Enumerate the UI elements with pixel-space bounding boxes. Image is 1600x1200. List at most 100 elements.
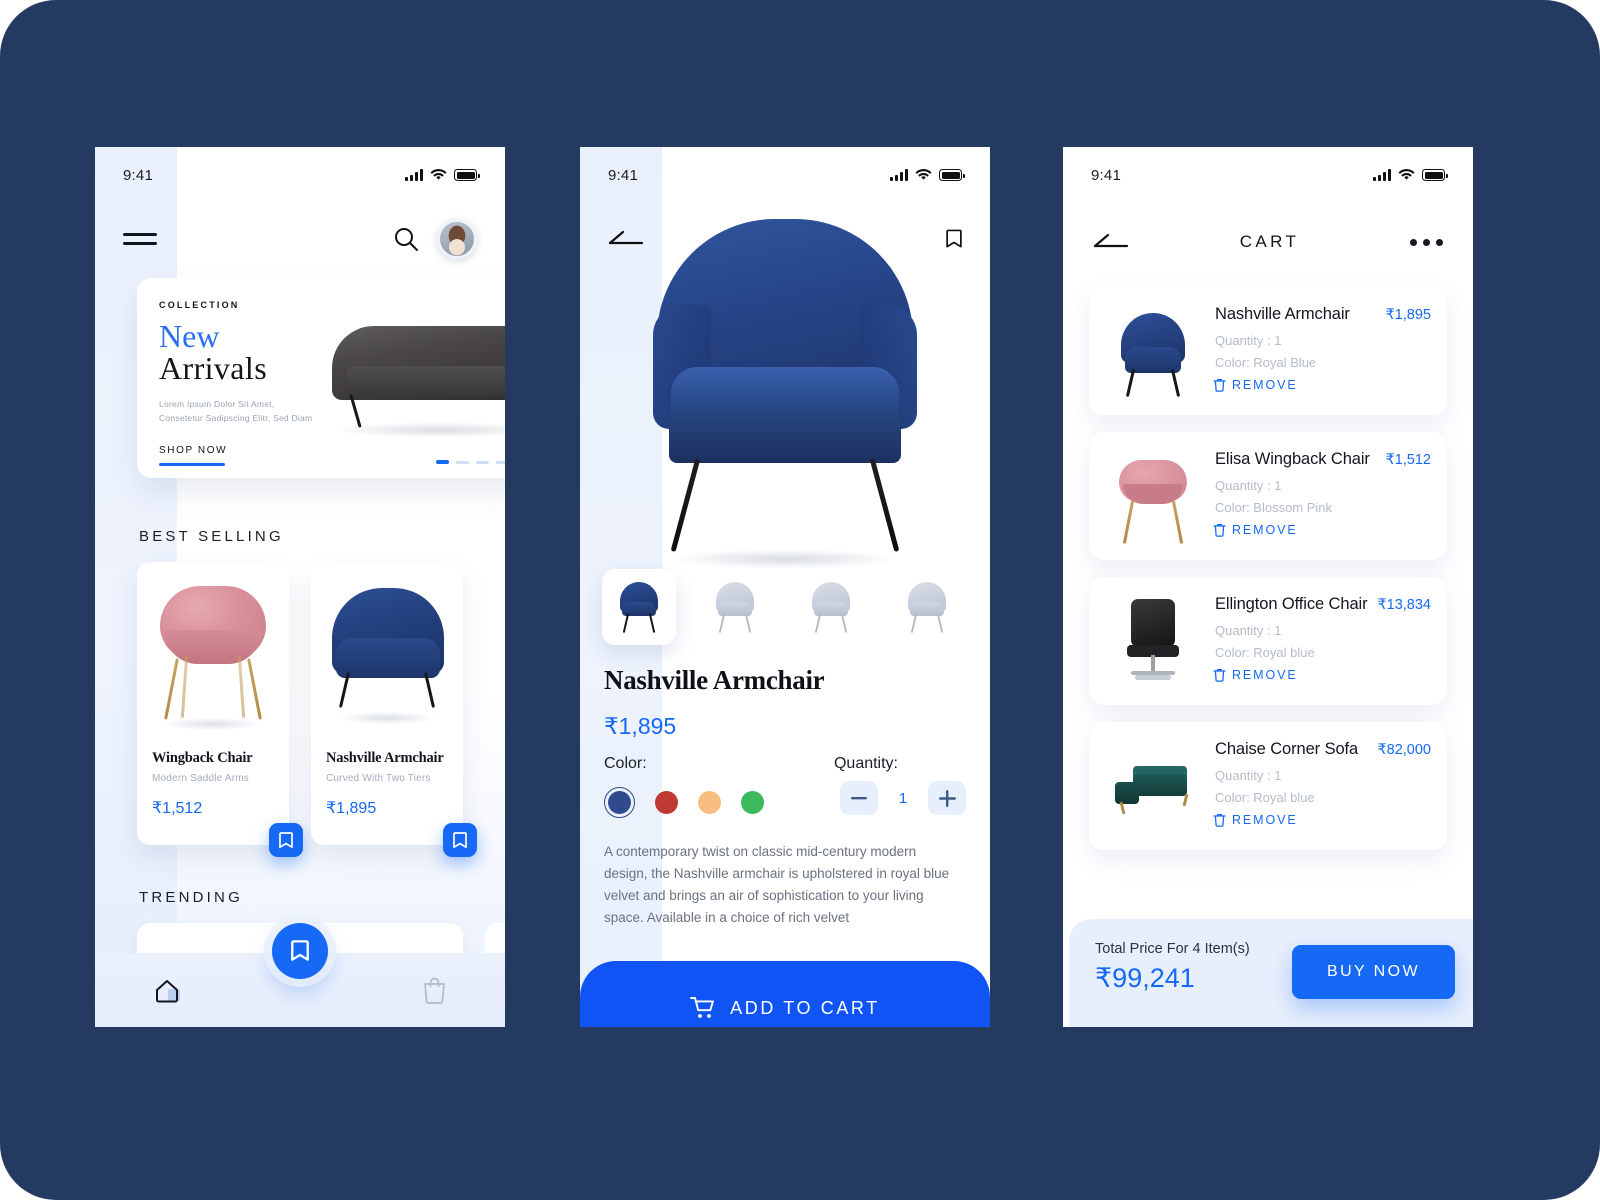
status-indicators [1373,169,1448,181]
nav-shopping-bag-icon[interactable] [422,976,447,1004]
product-description: A contemporary twist on classic mid-cent… [604,844,950,925]
cellular-signal-icon [405,169,423,181]
status-bar: 9:41 [580,147,990,203]
cart-item-name: Elisa Wingback Chair [1215,450,1370,468]
cart-item[interactable]: Nashville Armchair ₹1,895 Quantity : 1 C… [1089,287,1447,415]
color-swatch-red[interactable] [655,791,678,814]
new-arrivals-banner[interactable]: COLLECTION New Arrivals Lorem Ipsum Dolo… [137,278,505,478]
battery-icon [454,169,480,181]
cart-item-quantity: Quantity : 1 [1215,623,1282,638]
bookmark-icon[interactable] [269,823,303,857]
carousel-dot-3[interactable] [476,460,489,464]
remove-button[interactable]: REMOVE [1213,668,1298,682]
phone-screen-home: 9:41 COLLECTION New Arrivals Lorem Ipsum… [95,147,505,1027]
page-title: CART [1239,232,1300,251]
quantity-increment-button[interactable] [928,781,966,815]
battery-icon [1422,169,1448,181]
avatar[interactable] [437,219,477,259]
color-swatch-peach[interactable] [698,791,721,814]
product-price: ₹1,895 [604,713,677,739]
cart-item-color: Color: Royal blue [1215,645,1315,660]
banner-title-line1: New [159,318,220,354]
carousel-dot-1[interactable] [436,460,449,464]
remove-label: REMOVE [1232,813,1298,827]
buy-now-label: BUY NOW [1327,963,1420,980]
hamburger-icon[interactable] [123,228,157,250]
trash-icon [1213,668,1226,682]
shop-now-button[interactable]: SHOP NOW [159,440,227,466]
banner-text: COLLECTION New Arrivals Lorem Ipsum Dolo… [159,300,359,466]
product-price: ₹1,895 [326,800,377,817]
product-name: Nashville Armchair [326,750,444,766]
bookmark-icon[interactable] [443,823,477,857]
status-time: 9:41 [608,166,638,184]
quantity-stepper[interactable]: 1 [840,781,966,815]
cart-item-price: ₹13,834 [1377,597,1431,613]
color-swatch-green[interactable] [741,791,764,814]
carousel-dot-4[interactable] [496,460,505,464]
nav-home-icon[interactable] [153,976,183,1004]
thumbnail-three-quarter[interactable] [698,569,772,645]
cart-item-name: Ellington Office Chair [1215,595,1368,613]
cart-item[interactable]: Ellington Office Chair ₹13,834 Quantity … [1089,577,1447,705]
carousel-dot-2[interactable] [456,460,469,464]
buy-now-button[interactable]: BUY NOW [1292,945,1455,999]
thumbnail-angle[interactable] [986,569,990,645]
status-indicators [405,169,480,181]
banner-title-line2: Arrivals [159,350,268,386]
back-arrow-icon[interactable] [608,229,644,249]
cart-item-name: Nashville Armchair [1215,305,1350,323]
cart-item-color: Color: Royal Blue [1215,355,1317,370]
section-title-trending: TRENDING [139,889,243,906]
cart-item-name: Chaise Corner Sofa [1215,740,1359,758]
banner-carousel-dots[interactable] [436,460,505,464]
banner-subtitle-line2: Consetetur Sadipscing Elitr, Sed Diam [159,413,313,424]
cart-item[interactable]: Chaise Corner Sofa ₹82,000 Quantity : 1 … [1089,722,1447,850]
add-to-cart-button[interactable]: ADD TO CART [580,961,990,1027]
thumbnail-back[interactable] [890,569,964,645]
thumbnail-strip[interactable] [602,569,990,645]
status-bar: 9:41 [1063,147,1473,203]
product-card-nashville-armchair[interactable]: Nashville Armchair Curved With Two Tiers… [311,562,477,857]
section-title-best-selling: BEST SELLING [139,528,284,545]
trash-icon [1213,523,1226,537]
cart-item-quantity: Quantity : 1 [1215,768,1282,783]
product-image-nashville [311,572,463,727]
remove-button[interactable]: REMOVE [1213,378,1298,392]
cart-item-thumbnail-office-chair [1105,589,1201,693]
product-name: Wingback Chair [152,750,253,766]
wifi-icon [1398,169,1415,180]
color-label: Color: [604,755,647,772]
quantity-decrement-button[interactable] [840,781,878,815]
trash-icon [1213,813,1226,827]
status-bar: 9:41 [95,147,505,203]
cart-item-thumbnail-blue-armchair [1105,299,1201,403]
cart-item-thumbnail-corner-sofa [1105,734,1201,838]
cart-item-price: ₹1,895 [1385,307,1431,323]
cart-item[interactable]: Elisa Wingback Chair ₹1,512 Quantity : 1… [1089,432,1447,560]
remove-button[interactable]: REMOVE [1213,523,1298,537]
cart-item-color: Color: Royal blue [1215,790,1315,805]
back-arrow-icon[interactable] [1093,232,1129,252]
more-options-icon[interactable] [1409,238,1443,246]
thumbnail-side[interactable] [794,569,868,645]
cart-item-thumbnail-pink-chair [1105,444,1201,548]
wifi-icon [915,169,932,180]
floating-bookmark-button[interactable] [272,923,328,979]
product-card-wingback-chair[interactable]: Wingback Chair Modern Saddle Arms ₹1,512 [137,562,303,857]
thumbnail-front[interactable] [602,569,676,645]
detail-app-bar [580,203,990,275]
home-app-bar [95,203,505,275]
quantity-label: Quantity: [833,755,898,772]
product-image-wingback [137,572,289,730]
cart-footer: Total Price For 4 Item(s) ₹99,241 BUY NO… [1069,919,1473,1027]
search-icon[interactable] [393,226,419,252]
color-swatch-royal-blue[interactable] [604,787,635,818]
mockup-canvas: 9:41 COLLECTION New Arrivals Lorem Ipsum… [0,0,1600,1200]
cellular-signal-icon [890,169,908,181]
cellular-signal-icon [1373,169,1391,181]
wifi-icon [430,169,447,180]
remove-button[interactable]: REMOVE [1213,813,1298,827]
color-swatches[interactable] [604,787,764,818]
bookmark-icon[interactable] [946,229,962,249]
